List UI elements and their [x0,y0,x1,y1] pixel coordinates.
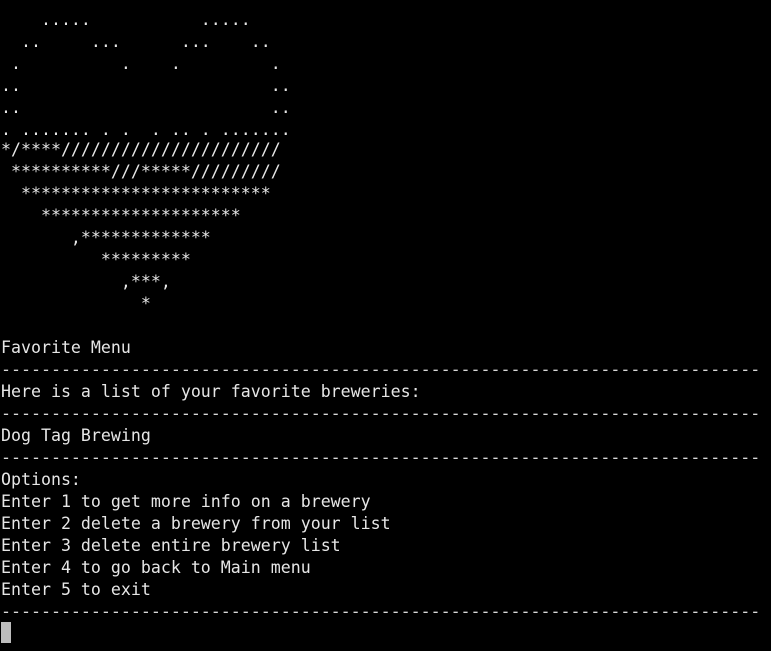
ascii-art-line: .. ... ... .. [1,32,271,51]
ascii-art-line: .. .. [1,98,291,117]
ascii-art-line: * [1,294,151,313]
ascii-art-line: ,************* [1,228,211,247]
ascii-art-line: */****////////////////////// [1,140,281,159]
option-5: Enter 5 to exit [1,580,151,599]
ascii-art-line: **********///*****///////// [1,162,281,181]
input-cursor[interactable] [1,622,11,643]
option-4: Enter 4 to go back to Main menu [1,558,311,577]
ascii-art-line: .. .. [1,76,291,95]
divider-line: ----------------------------------------… [1,448,761,467]
ascii-art-line: ,***, [1,272,171,291]
list-header: Here is a list of your favorite brewerie… [1,382,421,401]
ascii-art-line: . . . . [1,54,281,73]
ascii-art-line: ********* [1,250,191,269]
brewery-list-item: Dog Tag Brewing [1,426,151,445]
ascii-art-line: ************************* [1,184,271,203]
ascii-art-line: ******************** [1,206,241,225]
divider-line: ----------------------------------------… [1,602,761,621]
ascii-art-line: . ....... . . . .. . ....... [1,120,291,139]
ascii-art-line: ..... ..... [1,10,251,29]
option-3: Enter 3 delete entire brewery list [1,536,341,555]
option-1: Enter 1 to get more info on a brewery [1,492,371,511]
divider-line: ----------------------------------------… [1,404,761,423]
menu-title: Favorite Menu [1,338,131,357]
option-2: Enter 2 delete a brewery from your list [1,514,391,533]
options-label: Options: [1,470,81,489]
terminal-window[interactable]: ..... ..... .. ... ... .. . . . . .. .. … [0,0,771,651]
divider-line: ----------------------------------------… [1,360,761,379]
